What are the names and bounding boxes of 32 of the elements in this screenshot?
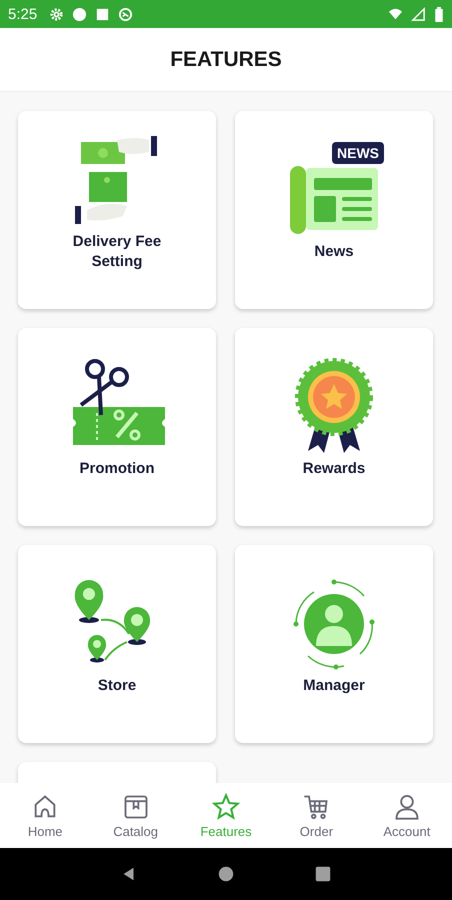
status-time: 5:25 [8, 6, 38, 22]
feature-card[interactable]: Promotion [18, 328, 216, 526]
nav-tab[interactable]: Catalog [90, 783, 181, 848]
page-title: FEATURES [170, 48, 282, 72]
feature-label: Rewards [302, 459, 366, 479]
feature-card[interactable]: Manager [235, 545, 433, 743]
feature-card[interactable]: Rewards [235, 328, 433, 526]
square-icon [95, 6, 110, 22]
nav-tab[interactable]: Order [271, 783, 362, 848]
circle-icon [72, 6, 88, 22]
battery-icon [434, 6, 444, 22]
nav-tab[interactable]: Account [362, 783, 452, 848]
news-badge: NEWS [332, 142, 384, 164]
signal-icon [411, 6, 426, 22]
wifi-icon [388, 6, 403, 22]
feature-card[interactable]: NEWS News [235, 111, 433, 309]
feature-label: Delivery Fee Setting [72, 232, 162, 272]
feature-label: Promotion [80, 459, 154, 479]
recents-icon[interactable] [314, 865, 332, 883]
feature-card[interactable]: Delivery Fee Setting [18, 111, 216, 309]
nav-tab[interactable]: Home [0, 783, 90, 848]
feature-card[interactable]: Store [18, 545, 216, 743]
feature-label: Manager [303, 676, 365, 696]
sync-icon [118, 6, 134, 22]
gear-icon [49, 6, 64, 22]
star-icon [212, 792, 240, 820]
home-circle-icon[interactable] [216, 865, 235, 883]
box-icon [122, 792, 150, 820]
cart-icon [302, 792, 330, 820]
feature-label: Store [98, 676, 136, 696]
feature-label: News [314, 242, 354, 262]
person-icon [392, 792, 421, 820]
